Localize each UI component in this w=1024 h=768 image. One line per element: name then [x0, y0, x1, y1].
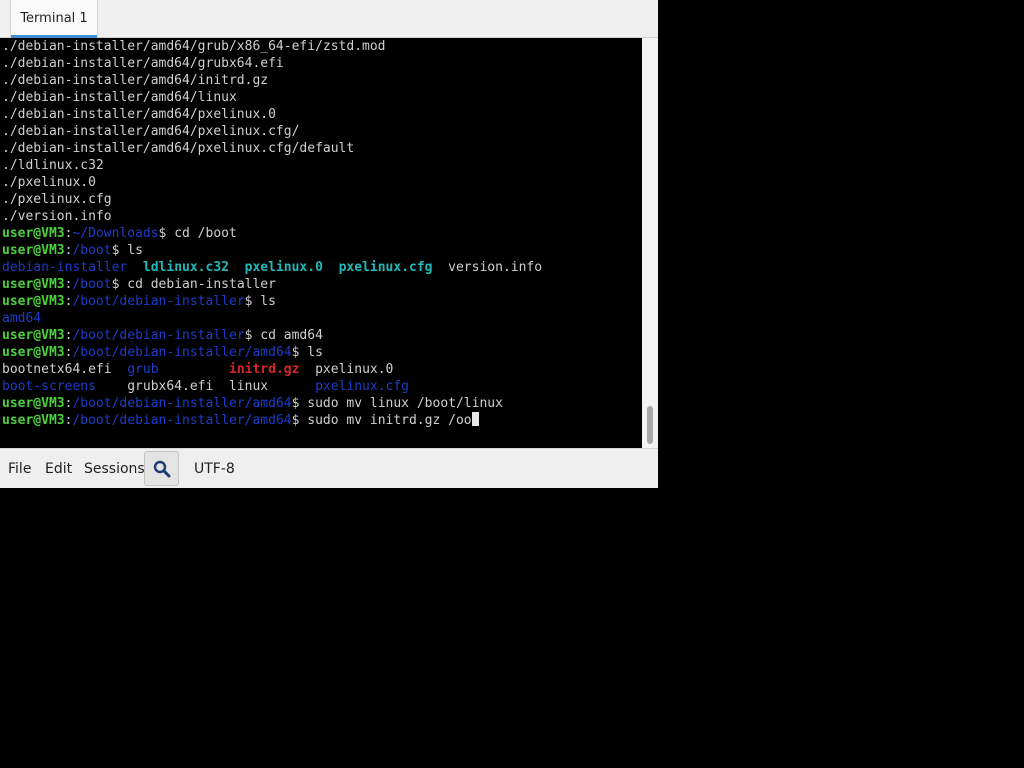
menu-edit[interactable]: Edit [45, 461, 72, 477]
tab-label: Terminal 1 [20, 11, 88, 26]
scrollbar-thumb[interactable] [647, 406, 653, 444]
terminal-output-line: ./ldlinux.c32 [2, 158, 104, 173]
terminal-output-line: ./debian-installer/amd64/pxelinux.cfg/de… [2, 141, 355, 156]
text-cursor [471, 412, 479, 426]
ls-entry-cyan: pxelinux.0 [244, 260, 323, 275]
prompt-user: user@VM3 [2, 226, 65, 241]
prompt-user: user@VM3 [2, 243, 65, 258]
prompt-line: user@VM3:/boot$ cd debian-installer [2, 276, 542, 293]
prompt-line: user@VM3:/boot/debian-installer/amd64$ s… [2, 412, 542, 429]
ls-entry-dir: pxelinux.cfg [315, 379, 409, 394]
command-text: ls [252, 294, 276, 309]
ls-entry [127, 260, 143, 275]
prompt-user: user@VM3 [2, 413, 65, 428]
ls-entry: version.info [432, 260, 543, 275]
prompt-line: user@VM3:/boot$ ls [2, 242, 542, 259]
terminal-output-line: ./version.info [2, 209, 112, 224]
ls-output-line: boot-screens grubx64.efi linux pxelinux.… [2, 378, 542, 395]
prompt-line: user@VM3:/boot/debian-installer/amd64$ s… [2, 395, 542, 412]
terminal-output[interactable]: ./debian-installer/amd64/grub/x86_64-efi… [0, 38, 642, 448]
command-text: cd /boot [166, 226, 237, 241]
ls-entry [323, 260, 339, 275]
terminal-output-line: ./debian-installer/amd64/pxelinux.0 [2, 107, 276, 122]
terminal-output-line: ./debian-installer/amd64/grub/x86_64-efi… [2, 39, 386, 54]
menu-file[interactable]: File [8, 461, 31, 477]
command-text: sudo mv linux /boot/linux [299, 396, 503, 411]
ls-output-line: bootnetx64.efi grub initrd.gz pxelinux.0 [2, 361, 542, 378]
prompt-path: /boot/debian-installer/amd64 [72, 413, 292, 428]
search-button[interactable] [144, 451, 179, 486]
ls-entry-cyan: pxelinux.cfg [338, 260, 433, 275]
command-text: ls [299, 345, 323, 360]
menu-sessions[interactable]: Sessions [84, 461, 145, 477]
terminal-output-line: ./debian-installer/amd64/linux [2, 90, 237, 105]
ls-output-line: amd64 [2, 310, 542, 327]
prompt-path: /boot [72, 277, 112, 292]
prompt-user: user@VM3 [2, 396, 65, 411]
prompt-line: user@VM3:~/Downloads$ cd /boot [2, 225, 542, 242]
tab-bar: Terminal 1 [0, 0, 658, 38]
terminal-output-line: ./debian-installer/amd64/pxelinux.cfg/ [2, 124, 300, 139]
command-text: sudo mv initrd.gz /oo [299, 413, 472, 428]
ls-entry-dir: grub [127, 362, 159, 377]
ls-entry: grubx64.efi linux [95, 379, 316, 394]
tab-terminal-1[interactable]: Terminal 1 [10, 0, 98, 38]
terminal-lines: ./debian-installer/amd64/grub/x86_64-efi… [2, 38, 542, 429]
prompt-user: user@VM3 [2, 294, 65, 309]
prompt-path: ~/Downloads [72, 226, 159, 241]
ls-entry [159, 362, 229, 377]
ls-entry-dir: boot-screens [2, 379, 96, 394]
prompt-path: /boot/debian-installer/amd64 [72, 345, 292, 360]
ls-entry-cyan: ldlinux.c32 [142, 260, 229, 275]
scrollbar[interactable] [642, 38, 658, 448]
prompt-line: user@VM3:/boot/debian-installer/amd64$ l… [2, 344, 542, 361]
ls-entry-dir: debian-installer [2, 260, 128, 275]
prompt-path: /boot [72, 243, 112, 258]
prompt-path: /boot/debian-installer [72, 328, 245, 343]
encoding-menu[interactable]: UTF-8 [194, 461, 235, 477]
menu-bar: File Edit Sessions UTF-8 [0, 448, 658, 488]
prompt-user: user@VM3 [2, 328, 65, 343]
terminal-window: Terminal 1 ./debian-installer/amd64/grub… [0, 0, 658, 488]
terminal-output-line: ./debian-installer/amd64/initrd.gz [2, 73, 269, 88]
prompt-line: user@VM3:/boot/debian-installer$ ls [2, 293, 542, 310]
ls-entry-dir: amd64 [2, 311, 42, 326]
prompt-path: /boot/debian-installer [72, 294, 245, 309]
terminal-output-line: ./pxelinux.cfg [2, 192, 112, 207]
ls-entry-red: initrd.gz [229, 362, 300, 377]
command-text: cd debian-installer [119, 277, 276, 292]
prompt-path: /boot/debian-installer/amd64 [72, 396, 292, 411]
prompt-user: user@VM3 [2, 277, 65, 292]
command-text: cd amd64 [252, 328, 323, 343]
command-text: ls [119, 243, 143, 258]
terminal-output-line: ./pxelinux.0 [2, 175, 96, 190]
prompt-line: user@VM3:/boot/debian-installer$ cd amd6… [2, 327, 542, 344]
ls-entry [229, 260, 245, 275]
ls-entry: bootnetx64.efi [2, 362, 128, 377]
ls-output-line: debian-installer ldlinux.c32 pxelinux.0 … [2, 259, 542, 276]
ls-entry: pxelinux.0 [299, 362, 394, 377]
terminal-output-line: ./debian-installer/amd64/grubx64.efi [2, 56, 284, 71]
prompt-user: user@VM3 [2, 345, 65, 360]
